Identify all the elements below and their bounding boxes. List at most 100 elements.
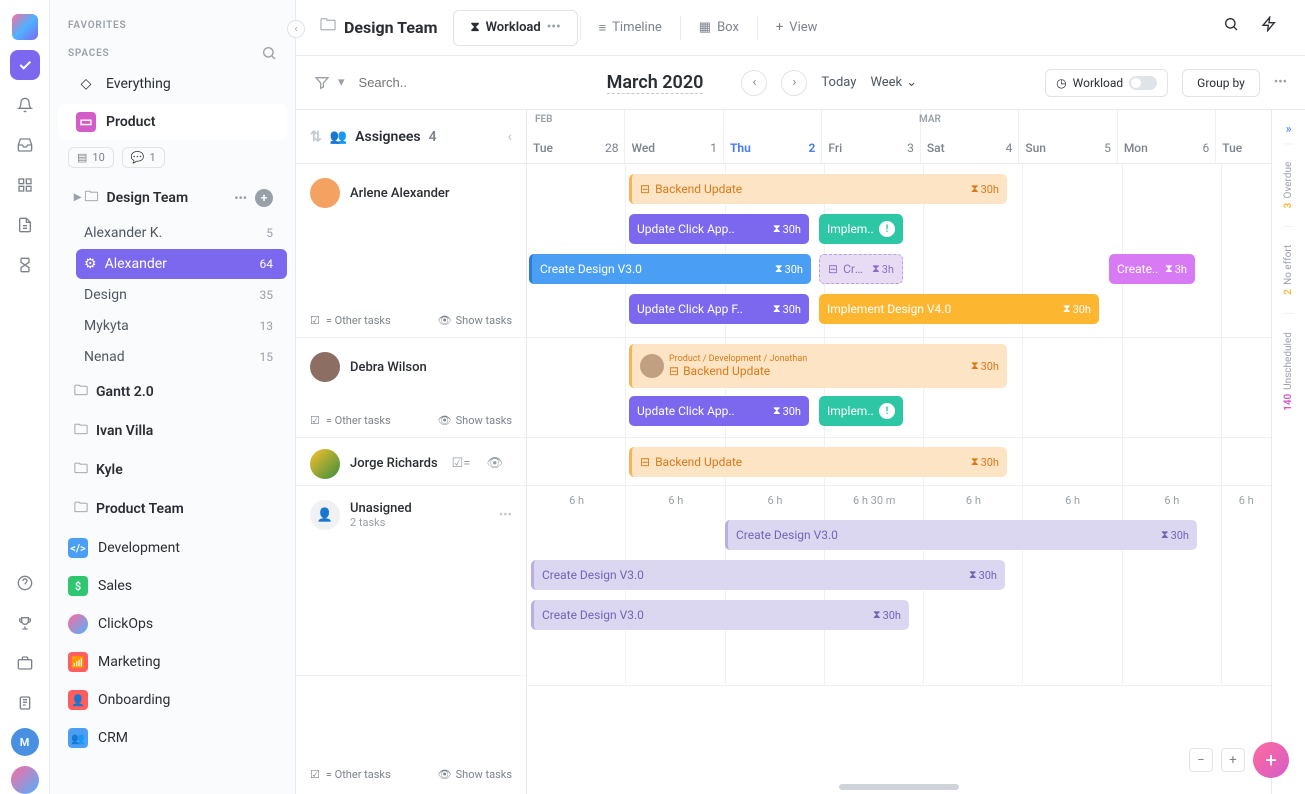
zoom-out-button[interactable]: − bbox=[1189, 748, 1213, 772]
tab-workload[interactable]: ⧗Workload••• bbox=[453, 10, 577, 46]
tab-box[interactable]: ▦Box bbox=[683, 10, 755, 46]
avatar[interactable]: 👤 bbox=[310, 500, 340, 530]
tree-item[interactable]: ⚙Alexander64 bbox=[76, 249, 287, 279]
task-bar[interactable]: ⊟Crea..⧗3h bbox=[819, 254, 903, 284]
task-bar[interactable]: Update Click App F..⧗30h bbox=[629, 294, 809, 324]
bell-icon[interactable] bbox=[10, 90, 40, 120]
avatar[interactable] bbox=[310, 449, 340, 479]
grid-icon[interactable] bbox=[10, 170, 40, 200]
task-bar[interactable]: Create..⧗3h bbox=[1109, 254, 1195, 284]
task-bar[interactable]: Implem..! bbox=[819, 214, 903, 244]
assignees-header[interactable]: ⇅ 👥 Assignees 4 ‹ bbox=[296, 110, 526, 164]
quick-add-button[interactable]: + bbox=[1253, 742, 1289, 778]
task-bar[interactable]: ⊟Backend Update⧗30h bbox=[629, 174, 1007, 204]
space-crm[interactable]: 👥CRM bbox=[50, 719, 295, 757]
task-bar[interactable]: Implement Design V4.0⧗30h bbox=[819, 294, 1099, 324]
more-icon[interactable]: ••• bbox=[547, 20, 561, 35]
trophy-icon[interactable] bbox=[10, 608, 40, 638]
tree-item[interactable]: Nenad15 bbox=[76, 342, 287, 372]
search-input[interactable] bbox=[359, 75, 479, 90]
app-logo[interactable] bbox=[12, 14, 38, 40]
tree-folder[interactable]: 🗀Ivan Villa bbox=[66, 412, 287, 450]
prev-button[interactable]: ‹ bbox=[741, 70, 767, 96]
timer-icon[interactable] bbox=[10, 250, 40, 280]
overdue-tab[interactable]: 3Overdue bbox=[1283, 143, 1294, 226]
help-icon[interactable] bbox=[10, 568, 40, 598]
day-col[interactable]: Thu2 bbox=[723, 110, 821, 163]
show-tasks-button[interactable]: 👁Show tasks bbox=[438, 768, 512, 781]
checkbox-icon[interactable]: ☑ bbox=[310, 314, 320, 327]
more-icon[interactable]: ••• bbox=[234, 191, 247, 205]
task-bar[interactable]: Create Design V3.0⧗30h bbox=[529, 254, 811, 284]
tree-folder[interactable]: 🗀Product Team bbox=[66, 490, 287, 528]
tree-folder[interactable]: 🗀Kyle bbox=[66, 451, 287, 489]
group-by-button[interactable]: Group by bbox=[1182, 69, 1260, 97]
task-bar[interactable]: Create Design V3.0⧗30h bbox=[531, 560, 1005, 590]
doc-icon[interactable] bbox=[10, 210, 40, 240]
filter-button[interactable]: ▾ bbox=[314, 75, 345, 91]
zoom-in-button[interactable]: + bbox=[1221, 748, 1245, 772]
checkbox-icon[interactable]: ☑= bbox=[452, 456, 471, 471]
chat-pill[interactable]: 💬1 bbox=[122, 147, 165, 168]
sidebar-product[interactable]: ▭ Product bbox=[58, 104, 287, 140]
user-avatar[interactable]: M bbox=[11, 728, 39, 756]
sidebar-everything[interactable]: ◇ Everything bbox=[58, 66, 287, 102]
week-dropdown[interactable]: Week⌄ bbox=[870, 75, 917, 90]
task-bar[interactable]: Update Click App..⧗30h bbox=[629, 396, 809, 426]
avatar[interactable] bbox=[310, 178, 340, 208]
more-icon[interactable]: ••• bbox=[499, 508, 512, 523]
eye-icon[interactable]: 👁 bbox=[486, 456, 503, 471]
tree-folder[interactable]: 🗀Gantt 2.0 bbox=[66, 373, 287, 411]
add-icon[interactable]: + bbox=[255, 189, 273, 207]
bolt-icon[interactable] bbox=[1261, 16, 1285, 40]
today-button[interactable]: Today bbox=[821, 75, 856, 90]
task-bar[interactable]: ⊟Backend Update⧗30h bbox=[629, 447, 1007, 477]
tree-item[interactable]: Mykyta13 bbox=[76, 311, 287, 341]
task-bar[interactable]: Implem..! bbox=[819, 396, 903, 426]
checkbox-icon[interactable]: ☑ bbox=[310, 768, 320, 781]
next-button[interactable]: › bbox=[781, 70, 807, 96]
task-bar[interactable]: Create Design V3.0⧗30h bbox=[725, 520, 1197, 550]
briefcase-icon[interactable] bbox=[10, 648, 40, 678]
checkbox-icon[interactable]: ☑ bbox=[310, 414, 320, 427]
tree-item[interactable]: Design35 bbox=[76, 280, 287, 310]
docs-pill[interactable]: ▤10 bbox=[68, 147, 114, 168]
inbox-icon[interactable] bbox=[10, 130, 40, 160]
month-label[interactable]: March 2020 bbox=[607, 72, 704, 94]
day-col[interactable]: Sun5 bbox=[1018, 110, 1116, 163]
space-clickops[interactable]: ClickOps bbox=[50, 605, 295, 643]
task-bar[interactable]: Product / Development / Jonathan⊟Backend… bbox=[629, 344, 1007, 388]
avatar[interactable] bbox=[310, 352, 340, 382]
collapse-right-button[interactable]: » bbox=[1279, 116, 1297, 143]
clipboard-icon[interactable] bbox=[10, 688, 40, 718]
more-icon[interactable]: ••• bbox=[1274, 75, 1287, 90]
unscheduled-tab[interactable]: 140Unscheduled bbox=[1283, 313, 1294, 429]
workspace-avatar[interactable] bbox=[11, 766, 39, 794]
day-col[interactable]: Fri3 bbox=[821, 110, 919, 163]
home-icon[interactable] bbox=[10, 50, 40, 80]
task-bar[interactable]: Create Design V3.0⧗30h bbox=[531, 600, 909, 630]
show-tasks-button[interactable]: 👁Show tasks bbox=[438, 414, 512, 427]
horizontal-scrollbar[interactable] bbox=[839, 784, 959, 790]
search-icon[interactable] bbox=[1223, 16, 1247, 40]
tab-timeline[interactable]: ≡Timeline bbox=[583, 10, 678, 46]
space-sales[interactable]: $Sales bbox=[50, 567, 295, 605]
space-onboarding[interactable]: 👤Onboarding bbox=[50, 681, 295, 719]
search-icon[interactable] bbox=[261, 45, 277, 61]
task-bar[interactable]: Update Click App..⧗30h bbox=[629, 214, 809, 244]
breadcrumb[interactable]: 🗀Design Team bbox=[306, 14, 451, 41]
day-col[interactable]: Tue bbox=[1215, 110, 1271, 163]
tree-design-team[interactable]: ▸ 🗀 Design Team ••• + bbox=[66, 179, 287, 217]
calendar-header: FEB MAR Tue28 Wed1 Thu2 Fri3 Sat4 Sun5 M… bbox=[527, 110, 1271, 164]
noeffort-tab[interactable]: 2No effort bbox=[1283, 226, 1294, 313]
chevron-left-icon[interactable]: ‹ bbox=[508, 129, 512, 145]
tree-item[interactable]: Alexander K.5 bbox=[76, 218, 287, 248]
space-development[interactable]: </>Development bbox=[50, 529, 295, 567]
workload-toggle[interactable]: ◷Workload bbox=[1045, 69, 1168, 97]
assignee-column: ⇅ 👥 Assignees 4 ‹ Arlene Alexander ☑= Ot… bbox=[296, 110, 527, 794]
day-col[interactable]: Wed1 bbox=[624, 110, 722, 163]
show-tasks-button[interactable]: 👁Show tasks bbox=[438, 314, 512, 327]
day-col[interactable]: Mon6 bbox=[1117, 110, 1215, 163]
space-marketing[interactable]: 📶Marketing bbox=[50, 643, 295, 681]
add-view-button[interactable]: +View bbox=[760, 10, 834, 46]
